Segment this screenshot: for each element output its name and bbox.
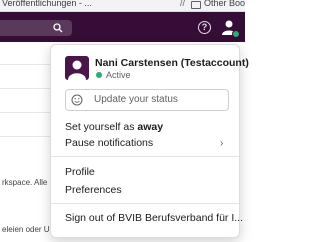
- search-bar[interactable]: [0, 20, 72, 36]
- chevron-right-icon: ›: [220, 138, 224, 149]
- sign-out-item[interactable]: Sign out of BVIB Berufsverband für I...: [65, 212, 243, 224]
- bookmarks-bar: Veröffentlichungen - ... // Other Bookma…: [0, 0, 245, 12]
- away-label: away: [137, 121, 164, 133]
- set-away-label: Set yourself as: [65, 121, 138, 133]
- bookmark-publications[interactable]: Veröffentlichungen - ...: [2, 0, 92, 8]
- preferences-item[interactable]: Preferences: [65, 184, 122, 196]
- user-menu: Nani Carstensen (Testaccount) Active Upd…: [50, 44, 249, 238]
- set-away-item[interactable]: Set yourself as away: [65, 121, 163, 133]
- active-status-icon: [96, 72, 102, 78]
- smile-icon: [71, 94, 83, 106]
- pause-notifications-item[interactable]: Pause notifications: [65, 137, 153, 149]
- avatar: [65, 56, 89, 80]
- background-text: eleien oder U: [2, 225, 50, 234]
- profile-item[interactable]: Profile: [65, 166, 95, 178]
- status-placeholder: Update your status: [94, 94, 178, 105]
- background-text: rkspace. Alle: [2, 178, 48, 187]
- bookmark-separator: //: [180, 0, 186, 8]
- folder-icon: [191, 1, 201, 9]
- update-status-field[interactable]: Update your status: [65, 89, 229, 111]
- search-icon: [53, 23, 63, 33]
- user-status: Active: [106, 70, 131, 80]
- bookmark-other[interactable]: Other Bookmarks: [204, 0, 245, 8]
- user-name: Nani Carstensen (Testaccount): [95, 57, 249, 69]
- divider: [51, 203, 239, 204]
- presence-indicator: [232, 30, 240, 38]
- help-icon[interactable]: ?: [198, 21, 211, 34]
- divider: [51, 156, 239, 157]
